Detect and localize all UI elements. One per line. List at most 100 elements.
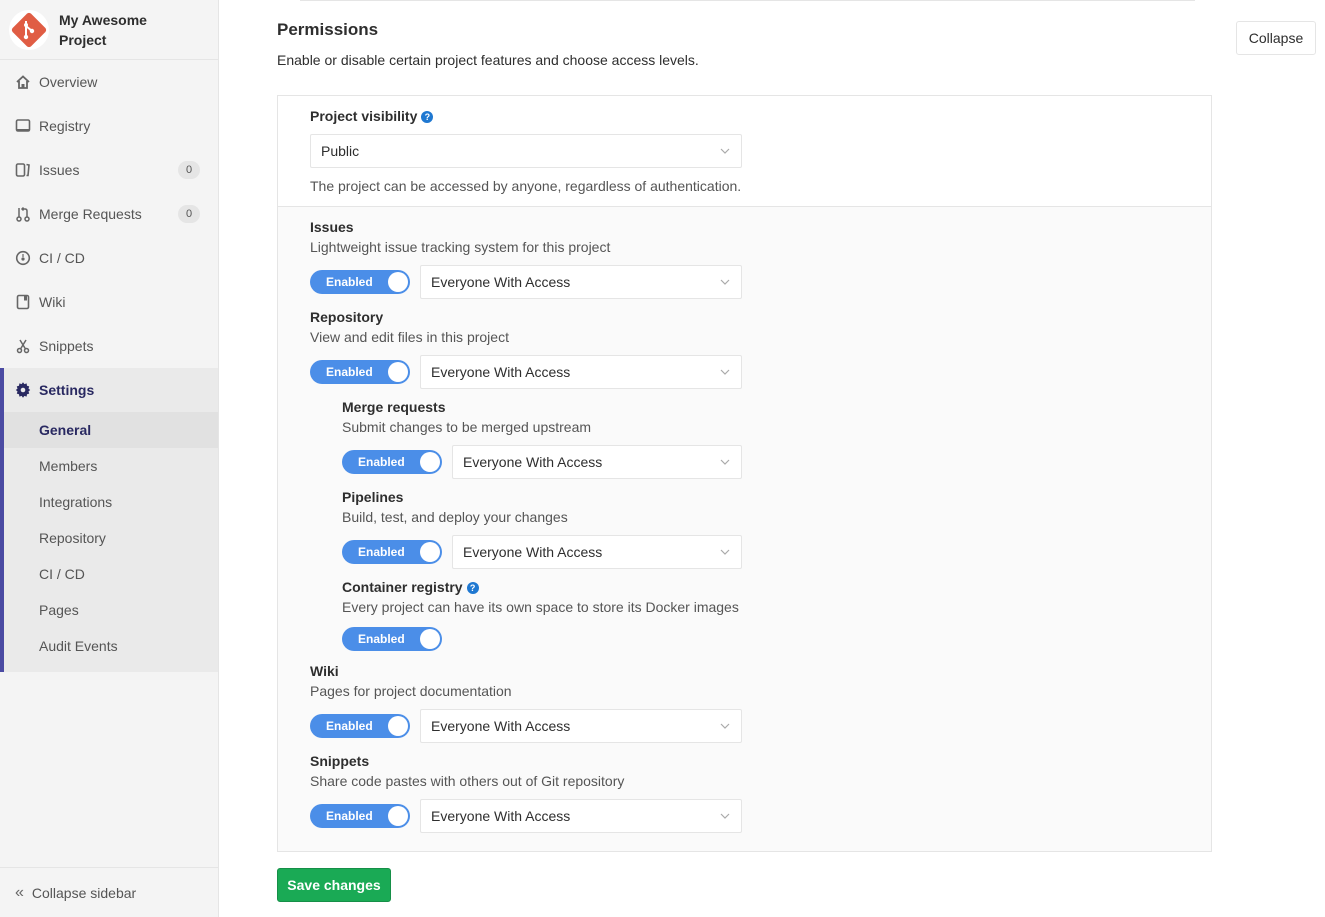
home-icon bbox=[15, 74, 31, 90]
sidebar-settings-group: Settings General Members Integrations Re… bbox=[0, 368, 218, 672]
sidebar-item-label: Snippets bbox=[39, 338, 94, 354]
feature-label-container-registry: Container registry? bbox=[342, 579, 479, 595]
toggle-knob bbox=[420, 629, 440, 649]
select-value: Everyone With Access bbox=[431, 274, 571, 290]
select-value: Everyone With Access bbox=[431, 364, 571, 380]
feature-desc-snippets: Share code pastes with others out of Git… bbox=[310, 773, 625, 789]
feature-label-repository: Repository bbox=[310, 309, 384, 325]
project-visibility-select[interactable]: Public bbox=[310, 134, 742, 168]
project-visibility-label: Project visibility? bbox=[310, 108, 434, 124]
chevron-down-icon bbox=[720, 723, 730, 729]
sidebar-item-settings[interactable]: Settings bbox=[4, 368, 218, 412]
settings-subitem-integrations[interactable]: Integrations bbox=[4, 484, 218, 520]
settings-subitem-general[interactable]: General bbox=[4, 412, 218, 448]
chevron-down-icon bbox=[720, 279, 730, 285]
select-value: Everyone With Access bbox=[431, 808, 571, 824]
project-name[interactable]: My Awesome Project bbox=[59, 10, 169, 50]
collapse-section-button[interactable]: Collapse bbox=[1236, 21, 1316, 55]
question-circle-icon[interactable]: ? bbox=[421, 111, 434, 123]
wiki-access-select[interactable]: Everyone With Access bbox=[420, 709, 742, 743]
repository-access-select[interactable]: Everyone With Access bbox=[420, 355, 742, 389]
issues-toggle[interactable]: Enabled bbox=[310, 270, 410, 294]
settings-subitem-pages[interactable]: Pages bbox=[4, 592, 218, 628]
issues-access-select[interactable]: Everyone With Access bbox=[420, 265, 742, 299]
visibility-box: Project visibility? Public The project c… bbox=[278, 96, 1211, 207]
sidebar-item-label: Merge Requests bbox=[39, 206, 142, 222]
pipelines-access-select[interactable]: Everyone With Access bbox=[452, 535, 742, 569]
sidebar-item-label: Overview bbox=[39, 74, 98, 90]
project-header[interactable]: My Awesome Project bbox=[0, 0, 218, 60]
feature-desc-pipelines: Build, test, and deploy your changes bbox=[342, 509, 568, 525]
toggle-label: Enabled bbox=[326, 365, 373, 379]
issues-count-badge: 0 bbox=[178, 161, 200, 179]
save-changes-button[interactable]: Save changes bbox=[277, 868, 391, 902]
sidebar-item-registry[interactable]: Registry bbox=[0, 104, 218, 148]
chevron-down-icon bbox=[720, 549, 730, 555]
project-visibility-label-text: Project visibility bbox=[310, 108, 418, 124]
toggle-knob bbox=[388, 806, 408, 826]
chevron-down-icon bbox=[720, 148, 730, 154]
settings-subitem-members[interactable]: Members bbox=[4, 448, 218, 484]
feature-desc-wiki: Pages for project documentation bbox=[310, 683, 512, 699]
toggle-knob bbox=[420, 452, 440, 472]
permissions-panel: Project visibility? Public The project c… bbox=[277, 95, 1212, 852]
question-circle-icon[interactable]: ? bbox=[466, 582, 479, 594]
scissors-icon bbox=[15, 338, 31, 354]
laptop-icon bbox=[15, 118, 31, 134]
rocket-icon bbox=[15, 250, 31, 266]
merge-request-icon bbox=[15, 206, 31, 222]
feature-desc-issues: Lightweight issue tracking system for th… bbox=[310, 239, 611, 255]
merge-requests-toggle[interactable]: Enabled bbox=[342, 450, 442, 474]
sidebar: My Awesome Project Overview Registry Iss… bbox=[0, 0, 219, 917]
repository-toggle[interactable]: Enabled bbox=[310, 360, 410, 384]
chevron-down-icon bbox=[720, 369, 730, 375]
select-value: Public bbox=[321, 143, 360, 159]
sidebar-item-snippets[interactable]: Snippets bbox=[0, 324, 218, 368]
toggle-label: Enabled bbox=[358, 545, 405, 559]
merge-requests-count-badge: 0 bbox=[178, 205, 200, 223]
toggle-label: Enabled bbox=[326, 275, 373, 289]
chevron-down-icon bbox=[720, 813, 730, 819]
select-value: Everyone With Access bbox=[463, 544, 603, 560]
toggle-label: Enabled bbox=[358, 455, 405, 469]
toggle-label: Enabled bbox=[326, 719, 373, 733]
sidebar-item-overview[interactable]: Overview bbox=[0, 60, 218, 104]
feature-desc-repository: View and edit files in this project bbox=[310, 329, 509, 345]
section-divider bbox=[300, 0, 1195, 1]
collapse-sidebar-button[interactable]: « Collapse sidebar bbox=[0, 867, 218, 917]
container-registry-toggle[interactable]: Enabled bbox=[342, 627, 442, 651]
feature-label-snippets: Snippets bbox=[310, 753, 370, 769]
settings-subitem-ci-cd[interactable]: CI / CD bbox=[4, 556, 218, 592]
sidebar-item-label: Settings bbox=[39, 382, 95, 398]
sidebar-item-label: Issues bbox=[39, 162, 80, 178]
sidebar-item-label: CI / CD bbox=[39, 250, 85, 266]
wiki-toggle[interactable]: Enabled bbox=[310, 714, 410, 738]
sidebar-item-wiki[interactable]: Wiki bbox=[0, 280, 218, 324]
merge-requests-access-select[interactable]: Everyone With Access bbox=[452, 445, 742, 479]
collapse-sidebar-label: Collapse sidebar bbox=[31, 884, 137, 901]
sidebar-item-ci-cd[interactable]: CI / CD bbox=[0, 236, 218, 280]
toggle-knob bbox=[388, 362, 408, 382]
container-registry-label-text: Container registry bbox=[342, 579, 463, 595]
feature-label-merge-requests: Merge requests bbox=[342, 399, 446, 415]
settings-subitem-audit-events[interactable]: Audit Events bbox=[4, 628, 218, 664]
feature-label-wiki: Wiki bbox=[310, 663, 339, 679]
sidebar-item-merge-requests[interactable]: Merge Requests 0 bbox=[0, 192, 218, 236]
book-icon bbox=[15, 294, 31, 310]
pipelines-toggle[interactable]: Enabled bbox=[342, 540, 442, 564]
git-logo-icon bbox=[11, 12, 47, 47]
feature-label-pipelines: Pipelines bbox=[342, 489, 404, 505]
snippets-toggle[interactable]: Enabled bbox=[310, 804, 410, 828]
settings-subitem-repository[interactable]: Repository bbox=[4, 520, 218, 556]
section-description: Enable or disable certain project featur… bbox=[277, 52, 699, 68]
issues-icon bbox=[15, 162, 31, 178]
toggle-knob bbox=[420, 542, 440, 562]
sidebar-item-issues[interactable]: Issues 0 bbox=[0, 148, 218, 192]
gear-icon bbox=[15, 382, 31, 398]
snippets-access-select[interactable]: Everyone With Access bbox=[420, 799, 742, 833]
select-value: Everyone With Access bbox=[463, 454, 603, 470]
toggle-label: Enabled bbox=[326, 809, 373, 823]
double-chevron-left-icon: « bbox=[15, 883, 24, 901]
sidebar-item-label: Registry bbox=[39, 118, 91, 134]
project-logo bbox=[9, 9, 49, 50]
